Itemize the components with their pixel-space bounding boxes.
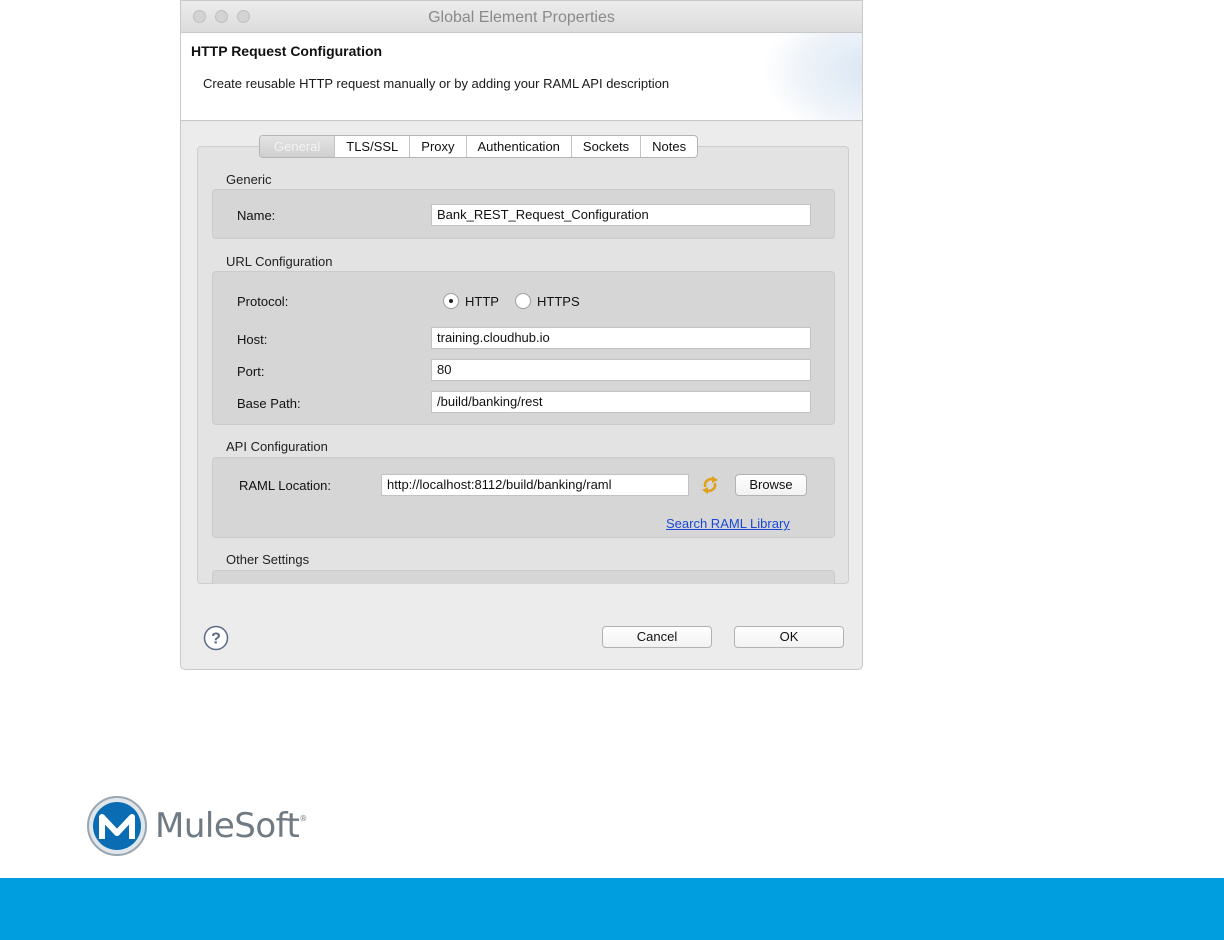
mulesoft-logo: [86, 795, 148, 857]
header-decoration: [762, 33, 862, 120]
name-label: Name:: [237, 208, 276, 223]
raml-location-label: RAML Location:: [239, 478, 332, 493]
trademark-mark: ®: [299, 814, 307, 823]
port-label: Port:: [237, 364, 265, 379]
tab-proxy[interactable]: Proxy: [410, 136, 467, 157]
generic-section-label: Generic: [226, 172, 272, 187]
base-path-field[interactable]: /build/banking/rest: [431, 391, 811, 413]
refresh-icon[interactable]: [699, 474, 721, 496]
http-radio-label[interactable]: HTTP: [465, 294, 499, 309]
http-radio[interactable]: [443, 293, 459, 309]
mulesoft-wordmark: MuleSoft®: [155, 806, 307, 846]
https-radio-label[interactable]: HTTPS: [537, 294, 580, 309]
title-bar: Global Element Properties: [181, 1, 862, 33]
base-path-label: Base Path:: [237, 396, 301, 411]
protocol-label: Protocol:: [237, 294, 289, 309]
tab-general[interactable]: General: [260, 136, 336, 157]
help-icon[interactable]: ?: [203, 625, 229, 651]
api-config-group: RAML Location: http://localhost:8112/bui…: [212, 457, 835, 538]
dialog-title: HTTP Request Configuration: [191, 43, 383, 59]
url-config-group: Protocol: HTTP HTTPS Host: training.clou…: [212, 271, 835, 425]
url-config-section-label: URL Configuration: [226, 254, 333, 269]
host-label: Host:: [237, 332, 268, 347]
window-title: Global Element Properties: [428, 9, 615, 26]
name-field[interactable]: Bank_REST_Request_Configuration: [431, 204, 811, 226]
generic-group: Name: Bank_REST_Request_Configuration: [212, 189, 835, 239]
brand-color-bar: [0, 878, 1224, 940]
api-config-section-label: API Configuration: [226, 439, 328, 454]
raml-location-field[interactable]: http://localhost:8112/build/banking/raml: [381, 474, 689, 496]
dialog-description: Create reusable HTTP request manually or…: [203, 76, 670, 91]
svg-text:?: ?: [211, 631, 221, 648]
tab-tls-ssl[interactable]: TLS/SSL: [335, 136, 411, 157]
other-settings-section-label: Other Settings: [226, 552, 310, 567]
tab-bar: General TLS/SSL Proxy Authentication Soc…: [259, 135, 699, 158]
global-element-properties-dialog: Global Element Properties HTTP Request C…: [180, 0, 863, 670]
tab-notes[interactable]: Notes: [641, 136, 697, 157]
cancel-button[interactable]: Cancel: [602, 626, 712, 648]
brand-name: MuleSoft: [155, 806, 300, 846]
other-settings-group: [212, 570, 835, 584]
search-raml-library-link[interactable]: Search RAML Library: [666, 516, 790, 531]
tab-sockets[interactable]: Sockets: [572, 136, 642, 157]
https-radio[interactable]: [515, 293, 531, 309]
host-field[interactable]: training.cloudhub.io: [431, 327, 811, 349]
tab-authentication[interactable]: Authentication: [467, 136, 572, 157]
ok-button[interactable]: OK: [734, 626, 844, 648]
browse-button[interactable]: Browse: [735, 474, 807, 496]
dialog-header: HTTP Request Configuration Create reusab…: [181, 33, 862, 121]
port-field[interactable]: 80: [431, 359, 811, 381]
